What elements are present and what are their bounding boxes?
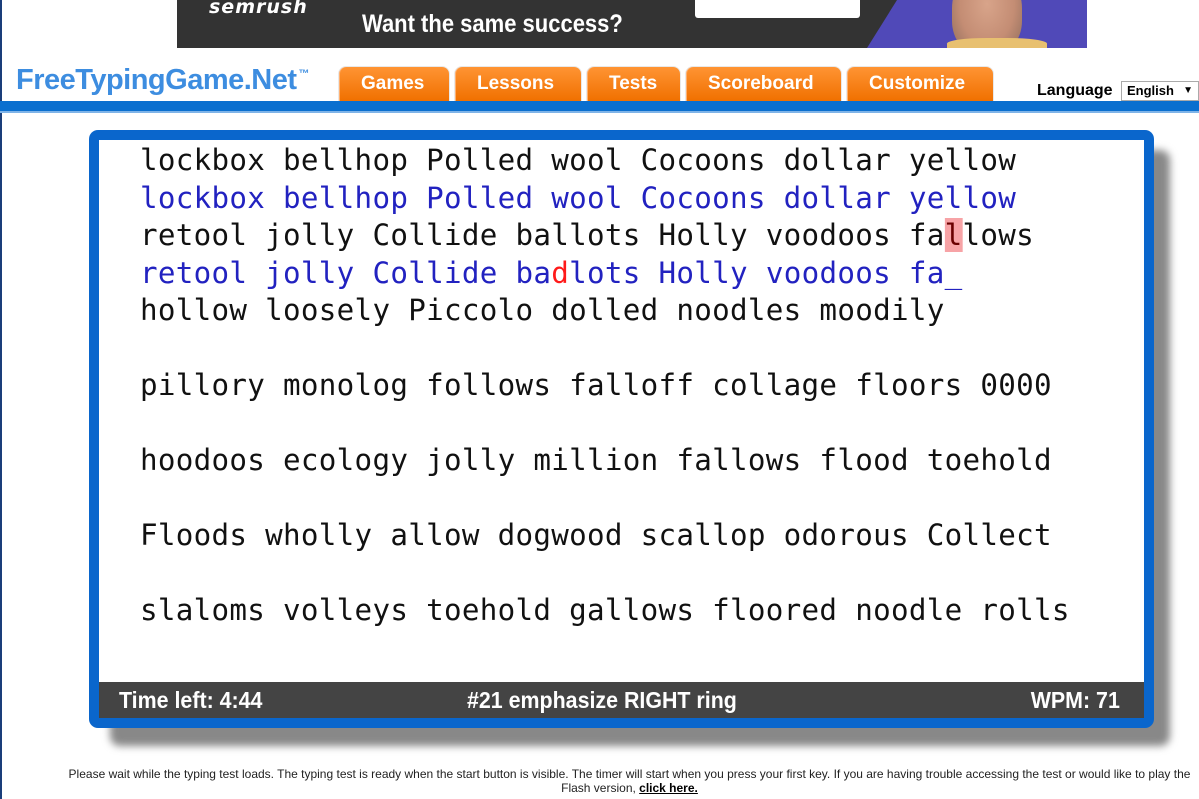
- typed-line-current: retool jolly Collide badlots Holly voodo…: [140, 255, 1070, 293]
- loading-notice: Please wait while the typing test loads.…: [60, 767, 1199, 795]
- tab-scoreboard[interactable]: Scoreboard: [685, 66, 842, 101]
- dropdown-arrow-icon: ▼: [1183, 85, 1193, 96]
- typed-after-error: lots Holly voodoos fa: [569, 255, 945, 290]
- trademark-symbol: ™: [298, 68, 310, 80]
- language-select[interactable]: English ▼: [1121, 81, 1199, 101]
- ad-person-shirt: [947, 38, 1047, 48]
- tab-customize[interactable]: Customize: [846, 66, 994, 101]
- typing-error-character: d: [551, 255, 570, 290]
- flash-version-link[interactable]: click here.: [639, 781, 698, 795]
- game-status-bar: Time left: 4:44 #21 emphasize RIGHT ring…: [99, 682, 1144, 718]
- site-logo-text: FreeTypingGame.Net: [16, 64, 297, 96]
- ad-read-more-button[interactable]: [695, 0, 860, 18]
- typed-line-empty: [140, 555, 1070, 593]
- language-label: Language: [1037, 82, 1113, 99]
- tab-lessons[interactable]: Lessons: [454, 66, 582, 101]
- prompt-before-cursor: retool jolly Collide ballots Holly voodo…: [140, 218, 945, 252]
- typed-line-empty: [140, 330, 1070, 368]
- typed-line: lockbox bellhop Polled wool Cocoons doll…: [140, 180, 1017, 215]
- ad-headline: Want the same success?: [362, 10, 623, 38]
- prompt-line: pillory monolog follows falloff collage …: [140, 368, 1052, 402]
- ad-banner[interactable]: semrush Want the same success?: [177, 0, 1087, 48]
- ad-decoration: [867, 0, 897, 48]
- prompt-line: hollow loosely Piccolo dolled noodles mo…: [140, 293, 945, 327]
- loading-notice-text: Please wait while the typing test loads.…: [68, 767, 1191, 795]
- lesson-title: #21 emphasize RIGHT ring: [467, 687, 737, 713]
- current-character-highlight: l: [944, 218, 963, 252]
- prompt-after-cursor: lows: [962, 218, 1035, 252]
- header-divider-bar: [0, 101, 1199, 111]
- prompt-line-current: retool jolly Collide ballots Holly voodo…: [140, 217, 1070, 255]
- prompt-line: hoodoos ecology jolly million fallows fl…: [140, 443, 1052, 477]
- typing-text-lines: lockbox bellhop Polled wool Cocoons doll…: [140, 142, 1079, 630]
- ad-brand-logo: semrush: [209, 0, 308, 18]
- site-logo[interactable]: FreeTypingGame.Net ™: [16, 64, 310, 97]
- page-left-edge: [0, 0, 2, 799]
- typed-before-error: retool jolly Collide ba: [140, 255, 552, 290]
- prompt-line: Floods wholly allow dogwood scallop odor…: [140, 518, 1052, 552]
- typed-line-empty: [140, 480, 1070, 518]
- typed-line-empty: [140, 405, 1070, 443]
- tab-tests[interactable]: Tests: [586, 66, 681, 101]
- typing-cursor: _: [944, 255, 963, 290]
- header-divider-highlight: [0, 111, 1199, 113]
- time-left: Time left: 4:44: [119, 687, 263, 713]
- prompt-line: lockbox bellhop Polled wool Cocoons doll…: [140, 143, 1017, 177]
- tab-games[interactable]: Games: [338, 66, 450, 101]
- prompt-line: slaloms volleys toehold gallows floored …: [140, 593, 1070, 627]
- wpm-counter: WPM: 71: [1030, 687, 1120, 713]
- language-selected-value: English: [1127, 83, 1174, 98]
